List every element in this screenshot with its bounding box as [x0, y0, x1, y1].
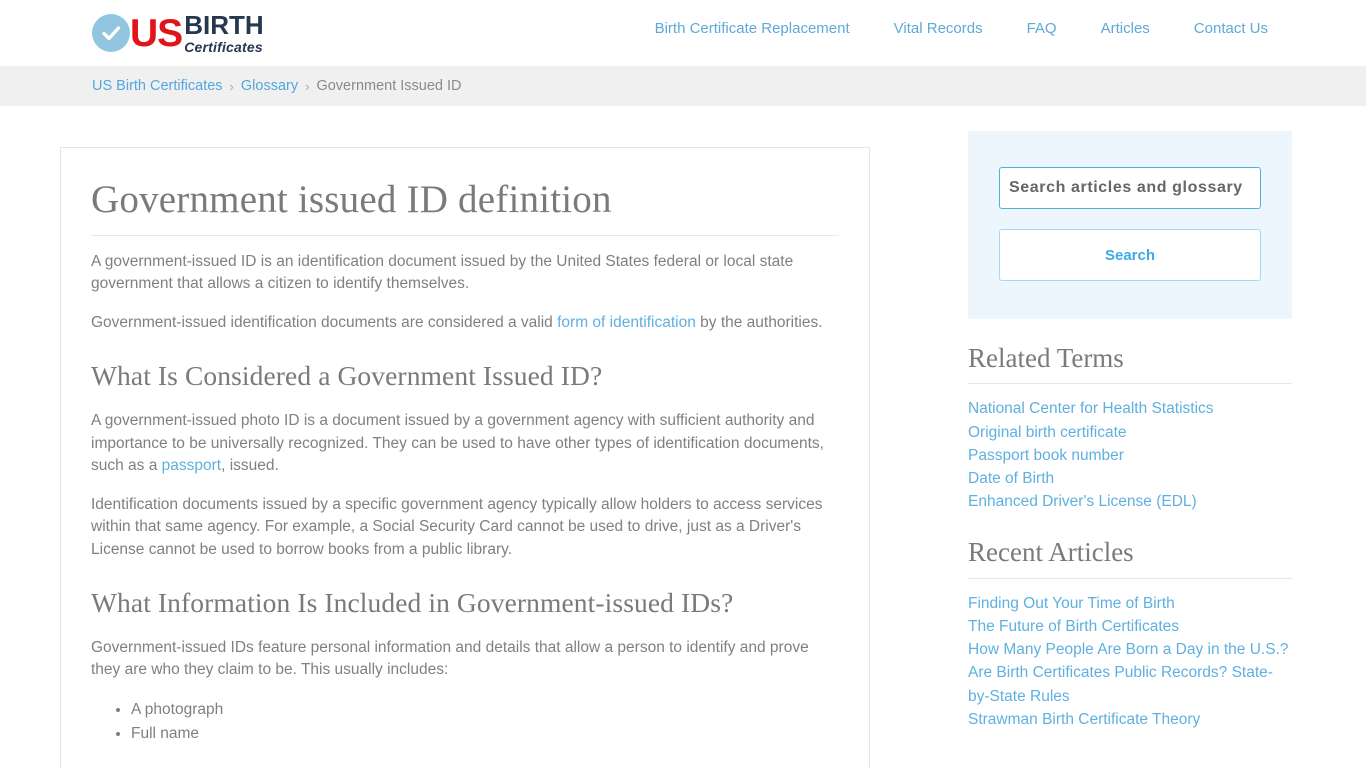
- intro-2-text-after: by the authorities.: [695, 313, 823, 331]
- recent-article-link[interactable]: The Future of Birth Certificates: [968, 615, 1292, 638]
- intro-paragraph-2: Government-issued identification documen…: [91, 312, 839, 335]
- related-term-link[interactable]: Original birth certificate: [968, 421, 1292, 444]
- list-item: The Future of Birth Certificates: [968, 615, 1292, 638]
- recent-article-link[interactable]: Strawman Birth Certificate Theory: [968, 708, 1292, 731]
- breadcrumb-bar: US Birth Certificates › Glossary › Gover…: [0, 66, 1366, 106]
- sidebar: Search Related Terms National Center for…: [968, 131, 1292, 731]
- list-item: A photograph: [131, 698, 839, 721]
- section-1-p1-after: , issued.: [221, 457, 279, 475]
- breadcrumb-item-home[interactable]: US Birth Certificates: [92, 78, 223, 94]
- recent-article-link[interactable]: How Many People Are Born a Day in the U.…: [968, 638, 1292, 661]
- id-information-list: A photograph Full name: [91, 698, 839, 745]
- logo-certificates-text: Certificates: [184, 39, 263, 55]
- article-card: Government issued ID definition A govern…: [60, 147, 870, 768]
- breadcrumb-item-current: Government Issued ID: [316, 78, 462, 94]
- related-terms-heading: Related Terms: [968, 343, 1124, 373]
- list-item: Strawman Birth Certificate Theory: [968, 708, 1292, 731]
- search-button[interactable]: Search: [999, 229, 1261, 281]
- recent-article-link[interactable]: Finding Out Your Time of Birth: [968, 592, 1292, 615]
- list-item: How Many People Are Born a Day in the U.…: [968, 638, 1292, 661]
- primary-navigation: Birth Certificate Replacement Vital Reco…: [655, 20, 1268, 37]
- intro-paragraph-1: A government-issued ID is an identificat…: [91, 252, 794, 293]
- nav-item-birth-certificate-replacement[interactable]: Birth Certificate Replacement: [655, 20, 850, 37]
- related-term-link[interactable]: National Center for Health Statistics: [968, 397, 1292, 420]
- breadcrumb-separator-icon: ›: [305, 78, 310, 94]
- list-item: Full name: [131, 722, 839, 745]
- logo-birth-text: BIRTH: [184, 10, 264, 40]
- intro-2-text-before: Government-issued identification documen…: [91, 313, 558, 331]
- site-logo[interactable]: US BIRTH Certificates: [92, 9, 264, 57]
- breadcrumb-separator-icon: ›: [229, 78, 234, 94]
- breadcrumb-item-glossary[interactable]: Glossary: [241, 78, 298, 94]
- related-term-link[interactable]: Date of Birth: [968, 467, 1292, 490]
- section-1-paragraph-2: Identification documents issued by a spe…: [91, 495, 823, 558]
- related-terms-divider: [968, 383, 1292, 385]
- page-title: Government issued ID definition: [91, 178, 612, 221]
- search-panel: Search: [968, 131, 1292, 319]
- search-input[interactable]: [999, 167, 1261, 209]
- list-item: Are Birth Certificates Public Records? S…: [968, 661, 1292, 707]
- recent-articles-divider: [968, 577, 1292, 579]
- logo-us-text: US: [130, 11, 183, 55]
- list-item: Finding Out Your Time of Birth: [968, 592, 1292, 615]
- title-divider: [91, 234, 839, 236]
- nav-item-vital-records[interactable]: Vital Records: [894, 20, 983, 37]
- recent-article-link[interactable]: Are Birth Certificates Public Records? S…: [968, 661, 1292, 707]
- related-terms-list: National Center for Health Statistics Or…: [968, 397, 1292, 513]
- recent-articles-list: Finding Out Your Time of Birth The Futur…: [968, 592, 1292, 731]
- site-header: US BIRTH Certificates Birth Certificate …: [0, 0, 1366, 66]
- page-body: Government issued ID definition A govern…: [0, 106, 1366, 768]
- list-item: Passport book number: [968, 444, 1292, 467]
- list-item: Original birth certificate: [968, 421, 1292, 444]
- related-term-link[interactable]: Passport book number: [968, 444, 1292, 467]
- check-circle-icon: [92, 14, 130, 52]
- breadcrumb: US Birth Certificates › Glossary › Gover…: [92, 78, 462, 94]
- list-item: Date of Birth: [968, 467, 1292, 490]
- list-item: Enhanced Driver's License (EDL): [968, 490, 1292, 513]
- list-item: National Center for Health Statistics: [968, 397, 1292, 420]
- recent-articles-heading: Recent Articles: [968, 537, 1134, 568]
- nav-item-faq[interactable]: FAQ: [1027, 20, 1057, 37]
- nav-item-articles[interactable]: Articles: [1101, 20, 1150, 37]
- related-term-link[interactable]: Enhanced Driver's License (EDL): [968, 490, 1292, 513]
- section-heading-considered: What Is Considered a Government Issued I…: [91, 360, 603, 392]
- nav-item-contact-us[interactable]: Contact Us: [1194, 20, 1268, 37]
- related-terms-section: Related Terms National Center for Health…: [968, 342, 1292, 513]
- section-1-paragraph-1: A government-issued photo ID is a docume…: [91, 410, 839, 478]
- section-2-paragraph-1: Government-issued IDs feature personal i…: [91, 638, 809, 679]
- link-passport[interactable]: passport: [162, 457, 221, 474]
- link-form-of-identification[interactable]: form of identification: [557, 314, 696, 331]
- section-heading-information-included: What Information Is Included in Governme…: [91, 587, 734, 619]
- recent-articles-section: Recent Articles Finding Out Your Time of…: [968, 536, 1292, 731]
